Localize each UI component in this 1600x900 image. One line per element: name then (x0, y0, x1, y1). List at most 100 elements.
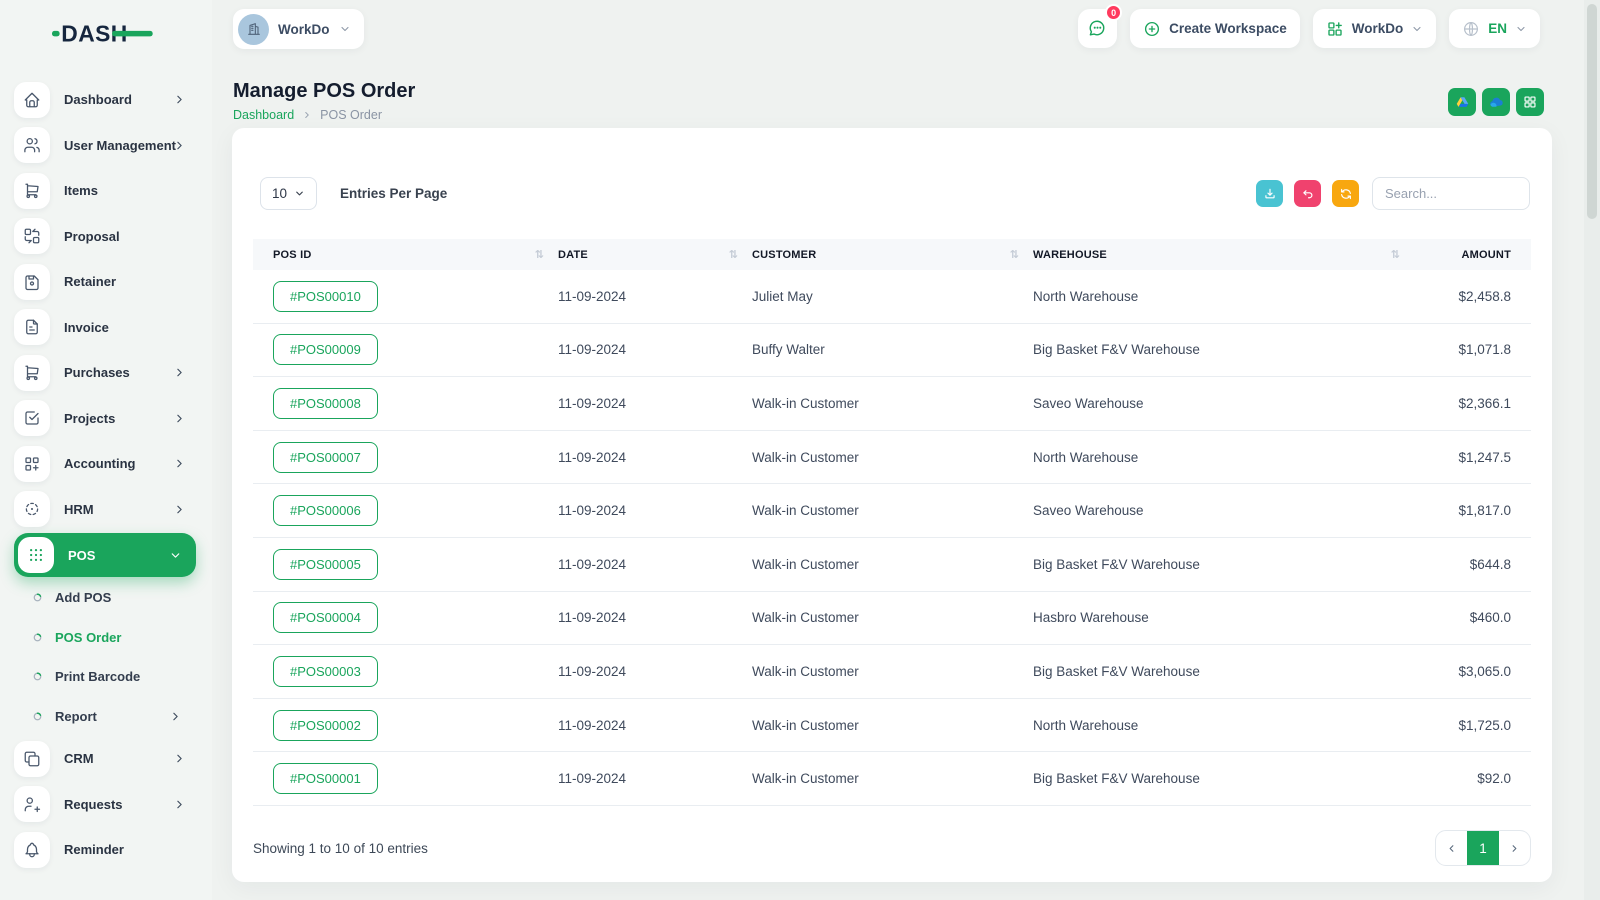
create-workspace-label: Create Workspace (1169, 21, 1287, 36)
amount-cell: $460.0 (1469, 610, 1511, 626)
sidebar-item-label: Invoice (64, 319, 109, 335)
customer-cell: Walk-in Customer (752, 449, 859, 465)
sidebar-item-label: Requests (64, 796, 123, 812)
column-header-customer: CUSTOMER ⇅ (752, 248, 1019, 261)
chevron-down-icon (339, 23, 351, 35)
circle-plus-icon (1145, 21, 1160, 36)
date-cell: 11-09-2024 (558, 288, 627, 304)
chevron-right-icon (1512, 844, 1517, 852)
pos-id-badge[interactable]: #POS00007 (273, 441, 378, 473)
pos-id-badge[interactable]: #POS00001 (273, 763, 378, 795)
dash-logo-icon: DASH (52, 20, 153, 46)
onedrive-button[interactable] (1482, 88, 1510, 116)
pos-id-badge[interactable]: #POS00009 (273, 334, 378, 366)
chevron-right-icon (173, 139, 186, 152)
bullet-icon (33, 633, 42, 642)
sidebar-item-retainer[interactable]: Retainer (0, 259, 212, 305)
sort-icon[interactable]: ⇅ (535, 248, 544, 261)
search-input[interactable] (1372, 177, 1530, 210)
focus-icon (14, 491, 50, 528)
sidebar-item-projects[interactable]: Projects (0, 396, 212, 442)
column-header-pos-id: POS ID ⇅ (273, 248, 544, 261)
sort-icon[interactable]: ⇅ (729, 248, 738, 261)
pos-id-cell: #POS00008 (253, 387, 558, 419)
sidebar-item-pos[interactable]: POS (14, 533, 196, 577)
date-cell: 11-09-2024 (558, 610, 627, 626)
workspace-avatar (238, 13, 269, 45)
submenu-item-report[interactable]: Report (0, 697, 212, 737)
warehouse-cell: North Warehouse (1033, 449, 1139, 465)
table-row: #POS00010 11-09-2024 Juliet May North Wa… (253, 270, 1531, 324)
pos-id-badge[interactable]: #POS00005 (273, 548, 378, 580)
messages-button[interactable]: 0 (1078, 4, 1123, 48)
date-cell: 11-09-2024 (558, 717, 627, 733)
undo-icon (1302, 189, 1312, 198)
grid-icon (1524, 96, 1536, 108)
grid-dots-icon (18, 537, 54, 573)
submenu-item-label: POS Order (55, 629, 122, 645)
sidebar-item-purchases[interactable]: Purchases (0, 350, 212, 396)
dash-logo[interactable]: DASH (52, 14, 162, 52)
cart-icon (14, 172, 50, 209)
sidebar-item-requests[interactable]: Requests (0, 782, 212, 828)
breadcrumb-dashboard-link[interactable]: Dashboard (233, 108, 294, 122)
column-header-date: DATE ⇅ (558, 248, 738, 261)
submenu-item-label: Add POS (55, 590, 112, 606)
submenu-item-add-pos[interactable]: Add POS (0, 578, 212, 618)
pos-id-badge[interactable]: #POS00006 (273, 495, 378, 527)
undo-button[interactable] (1294, 180, 1321, 207)
next-page-button[interactable] (1499, 831, 1530, 865)
refresh-button[interactable] (1332, 180, 1359, 207)
grid-view-button[interactable] (1516, 88, 1544, 116)
entries-value: 10 (271, 186, 288, 201)
entries-per-page-select[interactable]: 10 (260, 177, 317, 210)
pos-id-cell: #POS00001 (253, 763, 558, 795)
sidebar: DASH Dashboard User Management Items Pro… (0, 0, 212, 900)
amount-cell: $1,071.8 (1458, 342, 1511, 358)
export-button[interactable] (1256, 180, 1283, 207)
table-footer: Showing 1 to 10 of 10 entries 1 (253, 828, 1531, 868)
workspace-menu-button[interactable]: WorkDo (1312, 9, 1437, 48)
floppy-icon (14, 263, 50, 300)
page-title: Manage POS Order (233, 80, 416, 102)
globe-icon (1464, 21, 1479, 36)
pos-id-badge[interactable]: #POS00008 (273, 387, 378, 419)
create-workspace-button[interactable]: Create Workspace (1130, 9, 1300, 48)
sidebar-item-user-management[interactable]: User Management (0, 123, 212, 169)
sidebar-item-dashboard[interactable]: Dashboard (0, 77, 212, 123)
table-row: #POS00002 11-09-2024 Walk-in Customer No… (253, 699, 1531, 753)
submenu-item-pos-order[interactable]: POS Order (0, 618, 212, 658)
page-number-active[interactable]: 1 (1467, 831, 1499, 865)
pos-id-badge[interactable]: #POS00002 (273, 709, 378, 741)
workspace-name: WorkDo (278, 21, 330, 37)
sidebar-item-label: POS (68, 547, 96, 563)
sort-icon[interactable]: ⇅ (1391, 248, 1400, 261)
pos-id-badge[interactable]: #POS00010 (273, 280, 378, 312)
pos-id-cell: #POS00004 (253, 602, 558, 634)
page-scrollbar[interactable] (1584, 0, 1600, 900)
sort-icon[interactable]: ⇅ (1010, 248, 1019, 261)
google-drive-icon (1456, 96, 1468, 107)
bullet-icon (33, 712, 42, 721)
date-cell: 11-09-2024 (558, 395, 627, 411)
google-drive-button[interactable] (1448, 88, 1476, 116)
sidebar-item-invoice[interactable]: Invoice (0, 305, 212, 351)
language-selector[interactable]: EN (1449, 9, 1540, 48)
pos-id-badge[interactable]: #POS00003 (273, 655, 378, 687)
date-cell: 11-09-2024 (558, 342, 627, 358)
sidebar-item-hrm[interactable]: HRM (0, 487, 212, 533)
pos-id-badge[interactable]: #POS00004 (273, 602, 378, 634)
sidebar-item-accounting[interactable]: Accounting (0, 441, 212, 487)
pos-id-cell: #POS00005 (253, 548, 558, 580)
sidebar-item-proposal[interactable]: Proposal (0, 214, 212, 260)
submenu-item-label: Print Barcode (55, 669, 141, 685)
submenu-item-print-barcode[interactable]: Print Barcode (0, 657, 212, 697)
sidebar-item-crm[interactable]: CRM (0, 736, 212, 782)
prev-page-button[interactable] (1436, 831, 1467, 865)
sidebar-item-items[interactable]: Items (0, 168, 212, 214)
customer-cell: Walk-in Customer (752, 503, 859, 519)
scrollbar-thumb[interactable] (1587, 4, 1597, 219)
sidebar-item-reminder[interactable]: Reminder (0, 827, 212, 873)
warehouse-cell: Saveo Warehouse (1033, 395, 1144, 411)
workspace-selector[interactable]: WorkDo (233, 9, 364, 49)
